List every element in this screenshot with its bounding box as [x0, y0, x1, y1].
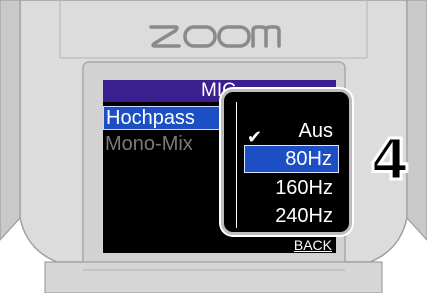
- option-160hz[interactable]: 160Hz: [244, 174, 339, 202]
- option-list: ✔ Aus 80Hz 160Hz 240Hz: [236, 102, 339, 228]
- option-aus[interactable]: Aus: [244, 117, 339, 145]
- option-popup: ✔ Aus 80Hz 160Hz 240Hz: [221, 89, 352, 235]
- back-button[interactable]: BACK: [291, 236, 334, 253]
- option-80hz[interactable]: 80Hz: [244, 145, 339, 173]
- menu-item-mono-mix[interactable]: Mono-Mix: [103, 132, 193, 156]
- option-240hz[interactable]: 240Hz: [244, 202, 339, 230]
- step-number-label: 4: [369, 128, 411, 193]
- zoom-logo: [149, 25, 281, 48]
- menu-item-hochpass[interactable]: Hochpass: [103, 106, 235, 130]
